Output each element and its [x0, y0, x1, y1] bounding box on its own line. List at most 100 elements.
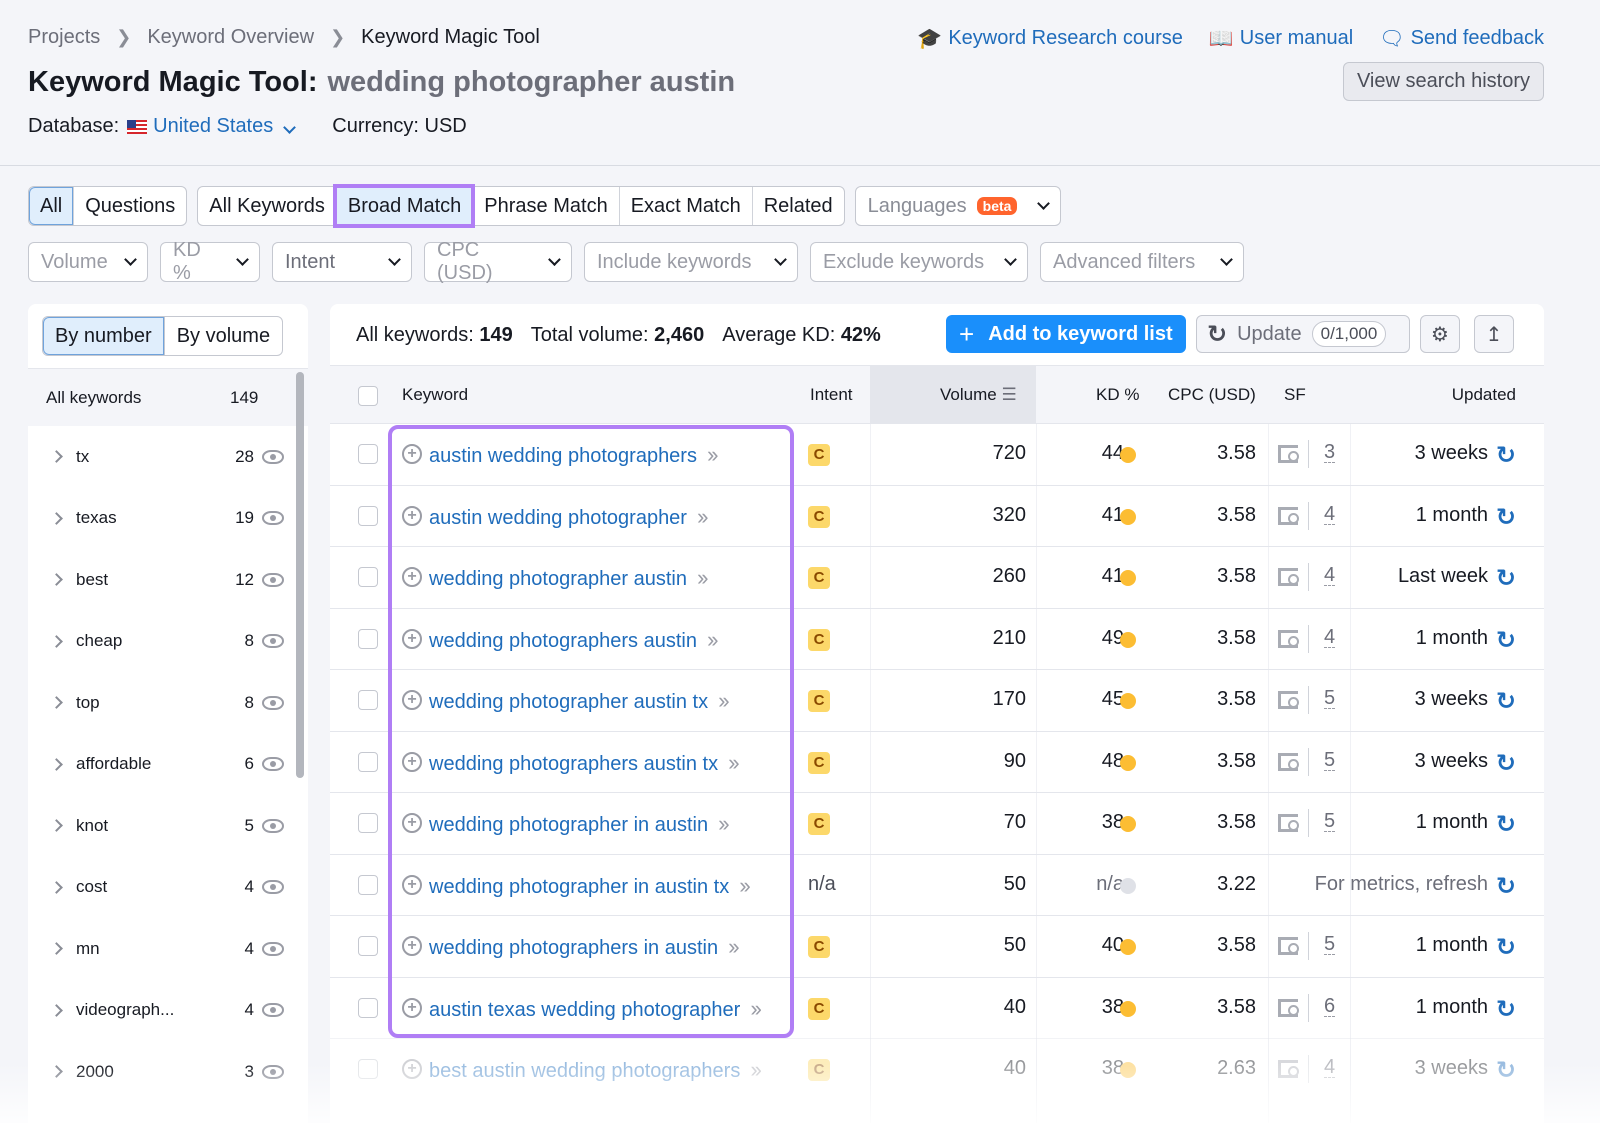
eye-icon[interactable] [262, 757, 284, 771]
tab-exact-match[interactable]: Exact Match [618, 187, 752, 225]
view-search-history-button[interactable]: View search history [1342, 62, 1544, 101]
kd-filter[interactable]: KD % [160, 239, 260, 284]
keyword-link[interactable]: wedding photographers austin ›› [429, 627, 719, 653]
column-kd[interactable]: KD % [1096, 366, 1139, 424]
tab-phrase-match[interactable]: Phrase Match [472, 187, 618, 225]
add-keyword-icon[interactable]: + [402, 444, 422, 464]
add-keyword-icon[interactable]: + [402, 813, 422, 833]
add-keyword-icon[interactable]: + [402, 567, 422, 587]
add-keyword-icon[interactable]: + [402, 505, 422, 526]
row-checkbox[interactable] [358, 567, 378, 587]
by-number-button[interactable]: By number [43, 317, 164, 355]
all-keywords-group[interactable]: All keywords 149 [28, 368, 308, 426]
add-keyword-icon[interactable]: + [402, 997, 422, 1018]
keyword-link[interactable]: best austin wedding photographers ›› [429, 1057, 762, 1083]
tab-all-keywords[interactable]: All Keywords [198, 187, 336, 225]
double-chevron-icon[interactable]: ›› [707, 627, 719, 652]
row-checkbox[interactable] [358, 1059, 378, 1079]
chevron-right-icon[interactable] [50, 942, 63, 955]
row-checkbox[interactable] [358, 444, 378, 464]
database-selector[interactable]: United States [153, 115, 297, 138]
sf-count[interactable]: 4 [1324, 1057, 1336, 1078]
keyword-link[interactable]: wedding photographer austin tx ›› [429, 688, 730, 714]
column-sf[interactable]: SF [1284, 366, 1306, 424]
double-chevron-icon[interactable]: ›› [739, 873, 751, 898]
serp-features-icon[interactable] [1278, 1060, 1299, 1078]
breadcrumb-keyword-overview[interactable]: Keyword Overview [147, 26, 314, 49]
chevron-right-icon[interactable] [50, 511, 63, 525]
user-manual-link[interactable]: 📖 User manual [1209, 26, 1353, 51]
double-chevron-icon[interactable]: ›› [707, 442, 719, 467]
keyword-link[interactable]: austin wedding photographers ›› [429, 442, 719, 468]
by-volume-button[interactable]: By volume [163, 317, 282, 355]
column-intent[interactable]: Intent [810, 366, 853, 424]
row-checkbox[interactable] [358, 936, 378, 956]
sf-count[interactable]: 4 [1324, 627, 1336, 648]
sidebar-group-item[interactable]: knot 5 [28, 795, 298, 856]
add-keyword-icon[interactable]: + [402, 751, 422, 772]
volume-filter[interactable]: Volume [28, 242, 148, 282]
add-keyword-icon[interactable]: + [402, 936, 422, 956]
sidebar-group-item[interactable]: 2000 3 [28, 1041, 298, 1102]
include-keywords-filter[interactable]: Include keywords [584, 242, 798, 282]
serp-features-icon[interactable] [1278, 506, 1299, 525]
row-checkbox[interactable] [358, 874, 378, 895]
add-keyword-icon[interactable]: + [402, 874, 422, 895]
chevron-right-icon[interactable] [50, 1065, 63, 1078]
select-all-checkbox[interactable] [358, 386, 378, 406]
double-chevron-icon[interactable]: ›› [718, 811, 730, 836]
chevron-right-icon[interactable] [50, 696, 63, 709]
keyword-link[interactable]: wedding photographer austin ›› [429, 565, 709, 591]
row-checkbox[interactable] [358, 751, 378, 772]
eye-icon[interactable] [262, 449, 284, 464]
sidebar-group-item[interactable]: cheap 8 [28, 611, 298, 672]
sidebar-group-item[interactable]: cost 4 [28, 857, 298, 918]
exclude-keywords-filter[interactable]: Exclude keywords [810, 242, 1028, 282]
double-chevron-icon[interactable]: ›› [697, 565, 709, 590]
double-chevron-icon[interactable]: ›› [728, 934, 740, 959]
tab-broad-match[interactable]: Broad Match [332, 184, 476, 228]
eye-icon[interactable] [262, 695, 284, 710]
keyword-research-course-link[interactable]: 🎓 Keyword Research course [917, 26, 1182, 51]
keyword-link[interactable]: austin wedding photographer ›› [429, 504, 709, 530]
settings-button[interactable]: ⚙ [1420, 315, 1460, 353]
breadcrumb-projects[interactable]: Projects [28, 26, 100, 49]
sf-count[interactable]: 5 [1324, 811, 1336, 832]
sf-count[interactable]: 4 [1324, 565, 1336, 586]
row-checkbox[interactable] [358, 997, 378, 1018]
refresh-icon[interactable]: ↻ [1496, 626, 1516, 655]
keyword-link[interactable]: austin texas wedding photographer ›› [429, 996, 762, 1022]
serp-features-icon[interactable] [1278, 814, 1299, 832]
serp-features-icon[interactable] [1278, 937, 1299, 955]
double-chevron-icon[interactable]: ›› [728, 750, 740, 775]
serp-features-icon[interactable] [1278, 568, 1299, 586]
chevron-right-icon[interactable] [50, 634, 63, 648]
serp-features-icon[interactable] [1278, 998, 1299, 1017]
export-button[interactable]: ↥ [1474, 315, 1514, 353]
eye-icon[interactable] [262, 880, 284, 894]
serp-features-icon[interactable] [1278, 445, 1299, 463]
tab-related[interactable]: Related [751, 187, 844, 225]
eye-icon[interactable] [262, 634, 284, 648]
add-to-keyword-list-button[interactable]: + Add to keyword list [946, 315, 1186, 353]
sidebar-group-item[interactable]: tx 28 [28, 426, 298, 487]
sidebar-group-item[interactable]: texas 19 [28, 488, 298, 549]
keyword-link[interactable]: wedding photographer in austin tx ›› [429, 873, 751, 899]
serp-features-icon[interactable] [1278, 691, 1299, 709]
refresh-icon[interactable]: ↻ [1496, 749, 1516, 778]
sidebar-scrollbar[interactable] [296, 372, 304, 778]
update-button[interactable]: ↻ Update 0/1,000 [1196, 315, 1410, 353]
refresh-icon[interactable]: ↻ [1496, 441, 1516, 470]
sf-count[interactable]: 6 [1324, 996, 1336, 1017]
chevron-right-icon[interactable] [50, 1003, 63, 1017]
double-chevron-icon[interactable]: ›› [697, 504, 709, 529]
sidebar-group-item[interactable]: top 8 [28, 672, 298, 733]
chevron-right-icon[interactable] [50, 573, 63, 586]
sidebar-group-item[interactable]: best 12 [28, 549, 298, 610]
keyword-link[interactable]: wedding photographers in austin ›› [429, 934, 740, 960]
add-keyword-icon[interactable]: + [402, 1059, 422, 1079]
chevron-right-icon[interactable] [50, 450, 63, 463]
eye-icon[interactable] [262, 511, 284, 525]
intent-filter[interactable]: Intent [272, 242, 412, 282]
refresh-icon[interactable]: ↻ [1496, 933, 1516, 962]
